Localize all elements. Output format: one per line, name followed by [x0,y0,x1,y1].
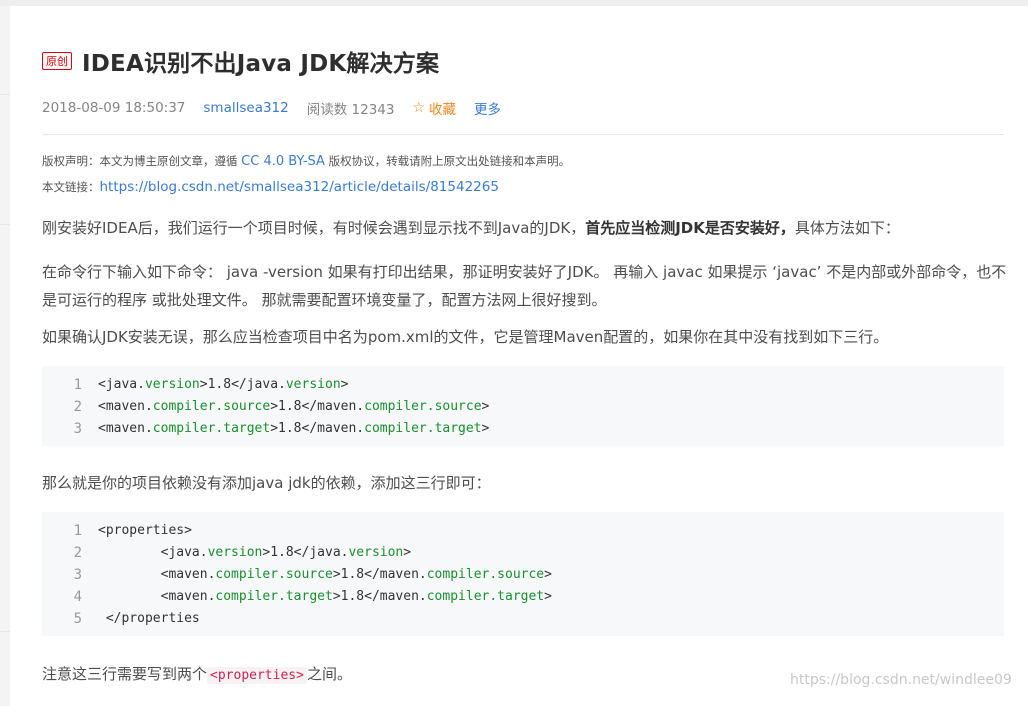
line-number: 2 [73,545,82,561]
code-token: >1.8</maven. [332,589,427,604]
code-token: <java. [98,545,208,560]
code-line: <maven.compiler.source>1.8</maven.compil… [98,396,489,418]
code-token: >1.8</maven. [270,421,365,436]
code-token: > [340,377,349,392]
code-attr-token: compiler.target [215,589,333,604]
code-line: <maven.compiler.target>1.8</maven.compil… [98,586,552,608]
code-token: > [481,399,490,414]
code-token: <maven. [98,399,153,414]
code-token: > [544,589,552,604]
article-meta: 2018-08-09 18:50:37 smallsea312 阅读数 1234… [42,98,519,118]
p5-text: 注意这三行需要写到两个 [42,665,208,683]
code-token: >1.8</java. [199,377,286,392]
paragraph-2: 在命令行下输入如下命令： java -version 如果有打印出结果，那证明安… [42,263,1007,309]
copyright-prefix: 版权声明：本文为博主原创文章，遵循 [42,154,242,168]
code-line: <java.version>1.8</java.version> [98,542,411,564]
code-attr-token: version [144,377,200,392]
paragraph-1: 刚安装好IDEA后，我们运行一个项目时候，有时候会遇到显示找不到Java的JDK… [42,214,1012,242]
favorite-button[interactable]: ☆ 收藏 [412,98,456,118]
p1-bold: 首先应当检测JDK是否安装好， [585,219,795,237]
copyright-notice: 版权声明：本文为博主原创文章，遵循 CC 4.0 BY-SA 版权协议，转载请附… [42,152,570,171]
line-number: 3 [73,421,82,437]
code-attr-token: compiler.source [364,399,482,414]
code-token: > [403,545,412,560]
code-attr-token: version [285,377,341,392]
author-link[interactable]: smallsea312 [203,100,288,116]
code-token: >1.8</maven. [270,399,365,414]
code-token: >1.8</java. [262,545,349,560]
original-tag: 原创 [42,52,72,70]
read-count: 阅读数 12343 [306,102,395,118]
sidebar-divider [0,224,10,225]
publish-date: 2018-08-09 18:50:37 [42,100,186,116]
code-line: <properties> [98,520,192,542]
article-link-line: 本文链接：https://blog.csdn.net/smallsea312/a… [42,178,499,196]
watermark: https://blog.csdn.net/windlee09 [790,672,1012,688]
sidebar-divider [0,631,10,632]
p5-tail: 之间。 [306,665,352,683]
code-token: <java. [98,377,145,392]
paragraph-4: 那么就是你的项目依赖没有添加java jdk的依赖，添加这三行即可： [42,474,491,492]
article-card: 原创 IDEA识别不出Java JDK解决方案 2018-08-09 18:50… [10,6,1028,706]
code-token: <maven. [98,567,216,582]
code-attr-token: version [207,545,263,560]
code-block-1: 1 2 3 <java.version>1.8</java.version> <mave… [42,366,1004,446]
code-line: <java.version>1.8</java.version> [98,374,348,396]
article-title: IDEA识别不出Java JDK解决方案 [82,51,440,77]
left-sidebar-edge [0,6,10,706]
sidebar-divider [0,94,10,95]
line-number: 4 [73,589,82,605]
line-number: 3 [73,567,82,583]
copyright-suffix: 版权协议，转载请附上原文出处链接和本声明。 [324,154,571,168]
link-label: 本文链接： [42,180,100,194]
code-attr-token: compiler.target [426,589,545,604]
code-line: <maven.compiler.source>1.8</maven.compil… [98,564,552,586]
p1-text: 刚安装好IDEA后，我们运行一个项目时候，有时候会遇到显示找不到Java的JDK… [42,219,586,237]
code-block-2: 1 2 3 4 5 <properties> <java.version>1.8</jav… [42,512,1004,636]
article-url-link[interactable]: https://blog.csdn.net/smallsea312/articl… [100,179,499,195]
code-token: > [481,421,490,436]
p1-tail: 具体方法如下： [794,219,900,237]
code-attr-token: version [348,545,404,560]
line-number: 1 [73,523,82,539]
code-attr-token: compiler.source [215,567,333,582]
code-line: <maven.compiler.target>1.8</maven.compil… [98,418,489,440]
code-token: > [544,567,552,582]
code-token: <properties> [98,523,192,538]
favorite-label: 收藏 [429,102,457,118]
code-attr-token: compiler.source [426,567,545,582]
star-outline-icon: ☆ [412,100,426,116]
code-token: </properties [98,611,200,626]
line-number: 2 [73,399,82,415]
license-link[interactable]: CC 4.0 BY-SA [241,154,325,169]
code-token: >1.8</maven. [332,567,427,582]
paragraph-3: 如果确认JDK安装无误，那么应当检查项目中名为pom.xml的文件，它是管理Ma… [42,328,889,346]
line-number: 1 [73,377,82,393]
inline-code: <properties> [207,667,307,684]
code-token: <maven. [98,589,216,604]
code-attr-token: compiler.source [152,399,271,414]
code-line: </properties [98,608,200,630]
code-token: <maven. [98,421,153,436]
more-link[interactable]: 更多 [474,98,501,118]
code-attr-token: compiler.target [364,421,482,436]
divider [42,134,1004,135]
article-header: 原创 IDEA识别不出Java JDK解决方案 [42,44,439,78]
line-number: 5 [73,611,82,627]
code-attr-token: compiler.target [152,421,271,436]
